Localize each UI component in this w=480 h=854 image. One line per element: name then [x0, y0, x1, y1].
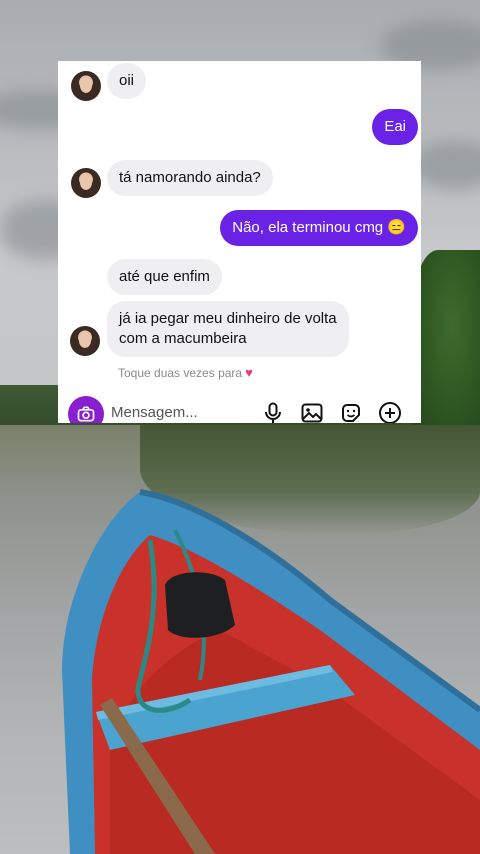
incoming-message[interactable]: já ia pegar meu dinheiro de volta com a …: [107, 301, 349, 357]
hint-text: Toque duas vezes para: [118, 366, 243, 380]
incoming-message[interactable]: oii: [107, 63, 147, 99]
incoming-message[interactable]: até que enfim: [107, 259, 222, 295]
boat: [62, 489, 480, 854]
contact-avatar[interactable]: [71, 168, 101, 198]
outgoing-message[interactable]: Não, ela terminou cmg 😑: [220, 210, 418, 246]
plus-icon[interactable]: [378, 401, 402, 423]
double-tap-hint: Toque duas vezes para ♥: [118, 365, 253, 380]
contact-avatar[interactable]: [70, 326, 100, 356]
camera-icon[interactable]: [68, 396, 104, 423]
message-composer: Mensagem...: [58, 395, 421, 423]
chat-screenshot: oii Eai tá namorando ainda? Não, ela ter…: [58, 61, 421, 423]
incoming-message[interactable]: tá namorando ainda?: [107, 160, 273, 196]
gallery-icon[interactable]: [300, 401, 324, 423]
heart-icon: ♥: [245, 365, 253, 380]
outgoing-message[interactable]: Eai: [372, 109, 418, 145]
microphone-icon[interactable]: [261, 401, 285, 423]
sticker-icon[interactable]: [339, 401, 363, 423]
message-input[interactable]: Mensagem...: [111, 404, 198, 421]
contact-avatar[interactable]: [71, 71, 101, 101]
